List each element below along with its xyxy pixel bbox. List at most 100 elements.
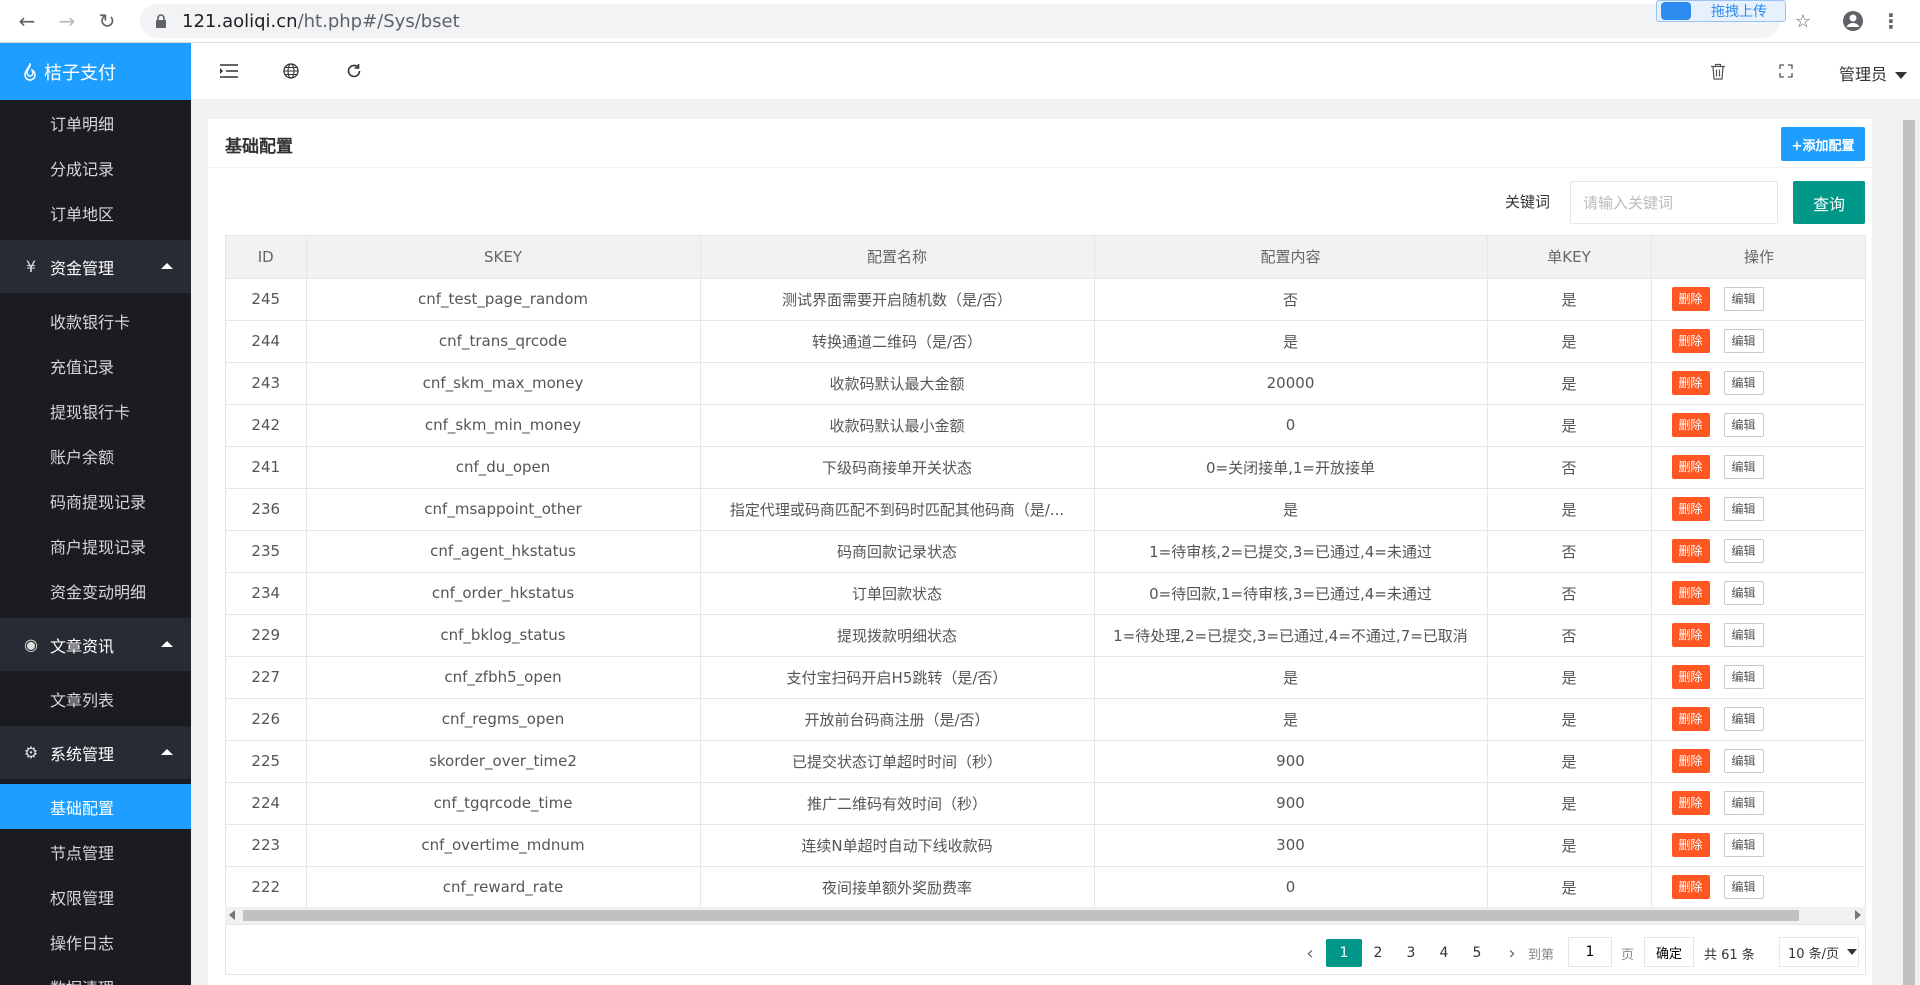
delete-button[interactable]: 删除 — [1671, 287, 1710, 311]
sidebar: 桔子支付 订单明细 分成记录 订单地区 ¥ 资金管理 收款银行卡 充值记录 提现… — [0, 43, 191, 985]
edit-button[interactable]: 编辑 — [1723, 413, 1764, 437]
sidebar-item-order-region[interactable]: 订单地区 — [0, 190, 191, 235]
menu-fold-icon[interactable] — [217, 59, 241, 83]
delete-button[interactable]: 删除 — [1671, 707, 1710, 731]
address-bar[interactable]: 121.aoliqi.cn/ht.php#/Sys/bset — [140, 4, 1780, 38]
col-header-skey: SKEY — [306, 236, 701, 279]
cell-config-content: 是 — [1094, 698, 1488, 741]
scroll-right-icon[interactable] — [1855, 910, 1861, 920]
admin-menu[interactable]: 管理员 — [1839, 61, 1908, 85]
sidebar-group-system[interactable]: ⚙ 系统管理 — [0, 726, 191, 779]
page-size-select[interactable]: 10 条/页 — [1779, 937, 1859, 967]
sidebar-item-order-detail[interactable]: 订单明细 — [0, 100, 191, 145]
delete-button[interactable]: 删除 — [1671, 749, 1710, 773]
scroll-left-icon[interactable] — [229, 910, 235, 920]
upload-extension[interactable]: 拖拽上传 — [1656, 0, 1786, 22]
goto-confirm-button[interactable]: 确定 — [1644, 937, 1694, 967]
delete-button[interactable]: 删除 — [1671, 581, 1710, 605]
vertical-scrollbar[interactable] — [1898, 100, 1920, 985]
sidebar-item-merchant-withdraw[interactable]: 商户提现记录 — [0, 523, 191, 568]
trash-icon[interactable] — [1706, 59, 1730, 83]
edit-button[interactable]: 编辑 — [1723, 581, 1764, 605]
edit-button[interactable]: 编辑 — [1723, 371, 1764, 395]
sidebar-item-basic-config[interactable]: 基础配置 — [0, 784, 191, 829]
app-logo[interactable]: 桔子支付 — [0, 43, 191, 100]
edit-button[interactable]: 编辑 — [1723, 749, 1764, 773]
page-button-1[interactable]: 1 — [1326, 939, 1362, 967]
sidebar-item-permission-manage[interactable]: 权限管理 — [0, 874, 191, 919]
menu-icon[interactable]: ⋮ — [1878, 8, 1904, 34]
edit-button[interactable]: 编辑 — [1723, 497, 1764, 521]
delete-button[interactable]: 删除 — [1671, 497, 1710, 521]
sidebar-item-fund-changes[interactable]: 资金变动明细 — [0, 568, 191, 613]
cell-skey: cnf_overtime_mdnum — [306, 824, 701, 867]
query-button[interactable]: 查询 — [1793, 181, 1865, 224]
sidebar-item-node-manage[interactable]: 节点管理 — [0, 829, 191, 874]
add-config-button[interactable]: +添加配置 — [1781, 127, 1865, 161]
delete-button[interactable]: 删除 — [1671, 455, 1710, 479]
sidebar-item-data-cleanup[interactable]: 数据清理 — [0, 964, 191, 985]
refresh-icon[interactable] — [342, 59, 366, 83]
delete-button[interactable]: 删除 — [1671, 833, 1710, 857]
horizontal-scrollbar[interactable] — [225, 907, 1866, 924]
next-page-icon[interactable]: › — [1498, 939, 1526, 967]
delete-button[interactable]: 删除 — [1671, 539, 1710, 563]
sidebar-item-balance[interactable]: 账户余额 — [0, 433, 191, 478]
fullscreen-icon[interactable] — [1774, 59, 1798, 83]
sidebar-system-list: 基础配置 节点管理 权限管理 操作日志 数据清理 — [0, 779, 191, 985]
cell-id: 243 — [226, 362, 307, 405]
sidebar-item-recharge[interactable]: 充值记录 — [0, 343, 191, 388]
profile-icon[interactable] — [1840, 8, 1866, 34]
page-button-2[interactable]: 2 — [1366, 939, 1390, 967]
prev-page-icon[interactable]: ‹ — [1296, 939, 1324, 967]
delete-button[interactable]: 删除 — [1671, 875, 1710, 899]
keyword-input[interactable] — [1570, 181, 1778, 224]
scrollbar-thumb[interactable] — [1903, 120, 1915, 985]
edit-button[interactable]: 编辑 — [1723, 455, 1764, 479]
cell-skey: cnf_test_page_random — [306, 278, 701, 321]
edit-button[interactable]: 编辑 — [1723, 791, 1764, 815]
edit-button[interactable]: 编辑 — [1723, 833, 1764, 857]
edit-button[interactable]: 编辑 — [1723, 287, 1764, 311]
cell-skey: cnf_msappoint_other — [306, 488, 701, 531]
edit-button[interactable]: 编辑 — [1723, 707, 1764, 731]
page-button-3[interactable]: 3 — [1399, 939, 1423, 967]
delete-button[interactable]: 删除 — [1671, 665, 1710, 689]
edit-button[interactable]: 编辑 — [1723, 539, 1764, 563]
page-button-5[interactable]: 5 — [1465, 939, 1489, 967]
cell-single-key: 是 — [1487, 656, 1652, 699]
cell-config-name: 已提交状态订单超时时间（秒） — [700, 740, 1095, 783]
delete-button[interactable]: 删除 — [1671, 413, 1710, 437]
cell-single-key: 是 — [1487, 320, 1652, 363]
delete-button[interactable]: 删除 — [1671, 623, 1710, 647]
sidebar-item-withdraw-card[interactable]: 提现银行卡 — [0, 388, 191, 433]
back-icon[interactable]: ← — [14, 8, 40, 34]
sidebar-item-operation-log[interactable]: 操作日志 — [0, 919, 191, 964]
forward-icon[interactable]: → — [54, 8, 80, 34]
sidebar-item-bank-card[interactable]: 收款银行卡 — [0, 298, 191, 343]
edit-button[interactable]: 编辑 — [1723, 623, 1764, 647]
star-icon[interactable]: ☆ — [1790, 8, 1816, 34]
page-unit-label: 页 — [1621, 947, 1635, 963]
globe-icon[interactable] — [279, 59, 303, 83]
sidebar-item-share-record[interactable]: 分成记录 — [0, 145, 191, 190]
scrollbar-thumb[interactable] — [243, 910, 1799, 921]
delete-button[interactable]: 删除 — [1671, 329, 1710, 353]
page-button-4[interactable]: 4 — [1432, 939, 1456, 967]
delete-button[interactable]: 删除 — [1671, 791, 1710, 815]
goto-page-input[interactable] — [1568, 937, 1612, 967]
sidebar-item-merchant-code-withdraw[interactable]: 码商提现记录 — [0, 478, 191, 523]
edit-button[interactable]: 编辑 — [1723, 665, 1764, 689]
delete-button[interactable]: 删除 — [1671, 371, 1710, 395]
sidebar-item-article-list[interactable]: 文章列表 — [0, 676, 191, 721]
table-row: 235 cnf_agent_hkstatus 码商回款记录状态 1=待审核,2=已提交… — [226, 530, 1865, 573]
cell-config-name: 订单回款状态 — [700, 572, 1095, 615]
sidebar-group-funds[interactable]: ¥ 资金管理 — [0, 240, 191, 293]
edit-button[interactable]: 编辑 — [1723, 329, 1764, 353]
table-row: 243 cnf_skm_max_money 收款码默认最大金额 20000 是删除 编辑 — [226, 362, 1865, 405]
cell-actions: 删除 编辑 — [1651, 866, 1865, 909]
reload-icon[interactable]: ↻ — [94, 8, 120, 34]
edit-button[interactable]: 编辑 — [1723, 875, 1764, 899]
cell-config-content: 否 — [1094, 278, 1488, 321]
sidebar-group-articles[interactable]: ◉ 文章资讯 — [0, 618, 191, 671]
